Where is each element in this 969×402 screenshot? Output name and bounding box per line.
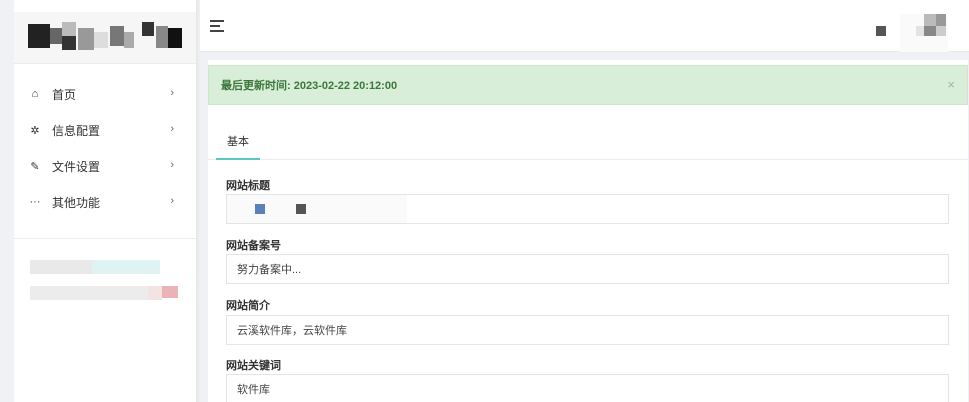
close-icon[interactable]: × <box>947 77 955 92</box>
settings-panel: 最后更新时间: 2023-02-22 20:12:00 × 基本 网站标题 网站… <box>208 60 968 402</box>
sidebar-item-other[interactable]: ··· 其他功能 › <box>14 184 196 220</box>
sidebar-item-home[interactable]: ⌂ 首页 › <box>14 76 196 112</box>
alert-text: 最后更新时间: 2023-02-22 20:12:00 <box>221 80 398 92</box>
chevron-right-icon: › <box>170 123 174 135</box>
sidebar-item-label: 信息配置 <box>52 123 101 138</box>
chevron-right-icon: › <box>170 159 174 171</box>
site-keywords-label: 网站关键词 <box>226 360 281 372</box>
sidebar-menu: ⌂ 首页 › ✲ 信息配置 › ✎ 文件设置 › ··· 其他功能 › <box>14 76 196 220</box>
home-icon: ⌂ <box>31 88 39 100</box>
sidebar-edge <box>196 0 200 402</box>
site-keywords-field[interactable] <box>226 374 949 402</box>
sidebar-item-label: 文件设置 <box>52 159 101 174</box>
notification-icon[interactable] <box>876 26 886 36</box>
tab-bar: 基本 <box>208 120 968 160</box>
site-description-label: 网站简介 <box>226 300 270 312</box>
top-header <box>200 0 969 52</box>
gear-icon: ✲ <box>30 124 40 137</box>
site-title-field[interactable] <box>226 194 949 224</box>
sidebar-item-label: 首页 <box>52 87 77 102</box>
icp-number-label: 网站备案号 <box>226 240 281 252</box>
more-icon: ··· <box>29 196 41 208</box>
site-description-field[interactable] <box>226 315 949 345</box>
update-alert: 最后更新时间: 2023-02-22 20:12:00 × <box>208 65 968 105</box>
sidebar: ⌂ 首页 › ✲ 信息配置 › ✎ 文件设置 › ··· 其他功能 › <box>14 0 196 402</box>
site-title-label: 网站标题 <box>226 180 270 192</box>
icp-number-field[interactable] <box>226 254 949 284</box>
pencil-icon: ✎ <box>30 160 40 173</box>
sidebar-item-file-settings[interactable]: ✎ 文件设置 › <box>14 148 196 184</box>
avatar[interactable] <box>900 14 948 52</box>
chevron-right-icon: › <box>170 87 174 99</box>
site-logo[interactable] <box>14 12 196 64</box>
chevron-right-icon: › <box>170 195 174 207</box>
sidebar-divider <box>14 238 196 239</box>
sidebar-item-info-config[interactable]: ✲ 信息配置 › <box>14 112 196 148</box>
menu-toggle-icon[interactable] <box>210 20 224 35</box>
sidebar-item-label: 其他功能 <box>52 195 101 210</box>
tab-basic[interactable]: 基本 <box>216 120 260 160</box>
